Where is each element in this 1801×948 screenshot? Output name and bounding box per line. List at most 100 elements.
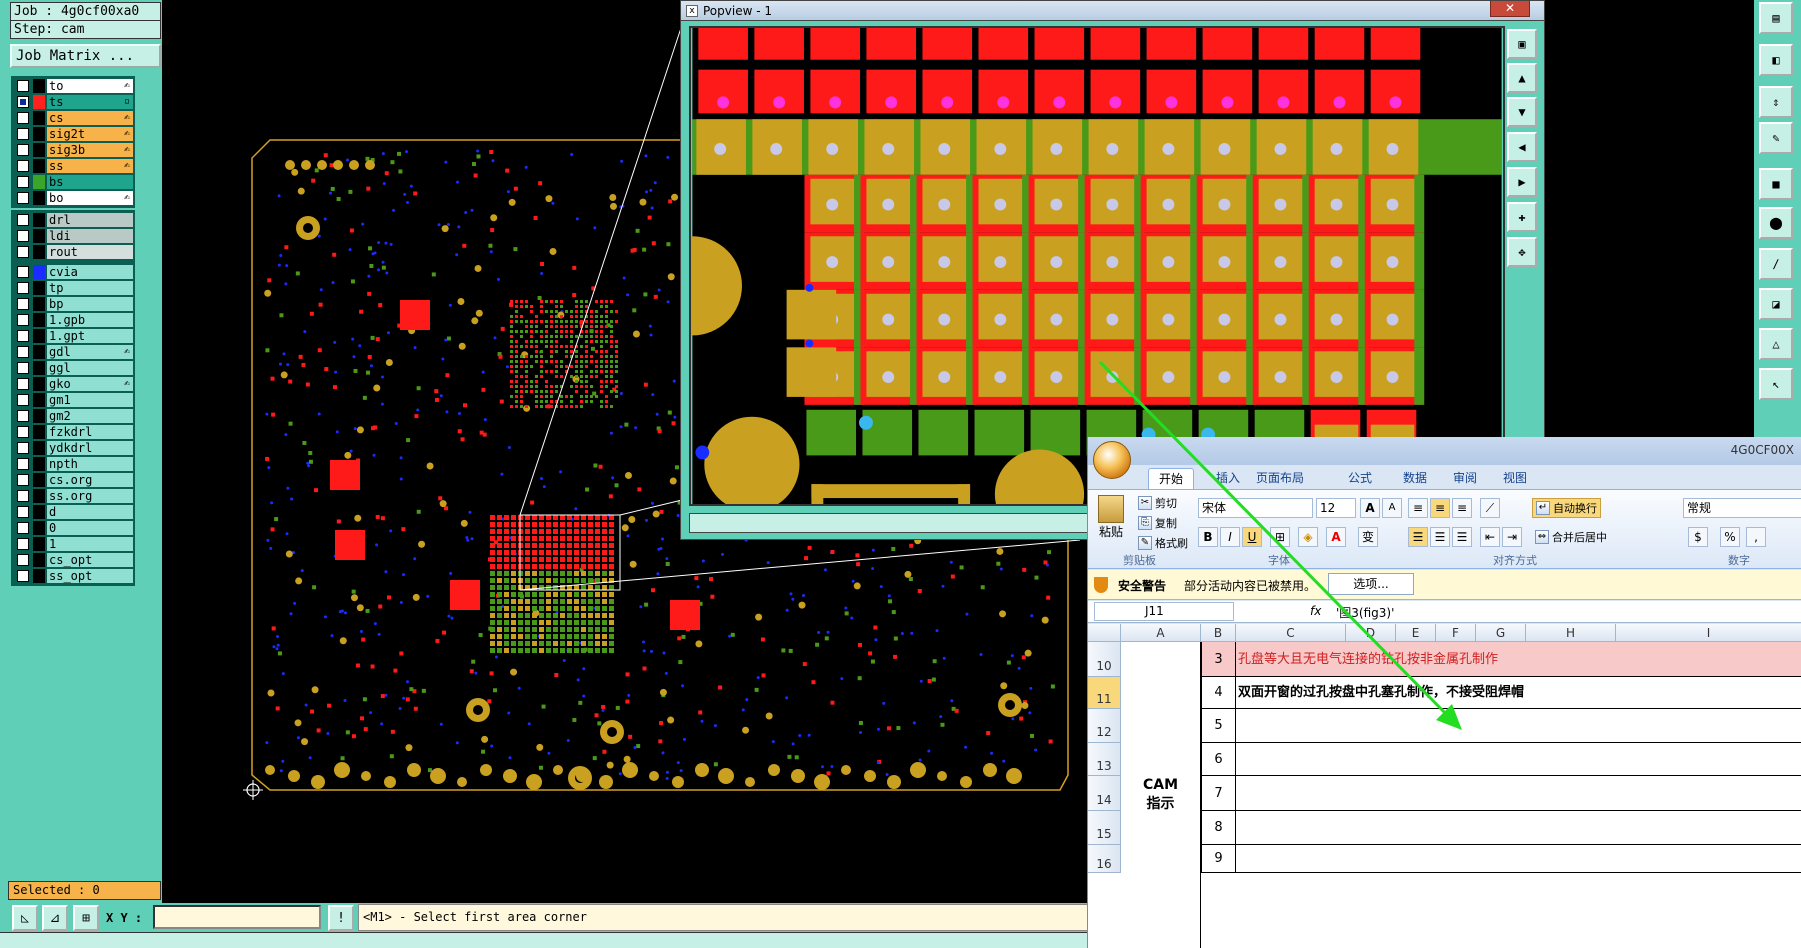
security-options-button[interactable]: 选项...	[1328, 573, 1414, 595]
layer-row-ldi[interactable]: ldi	[13, 228, 133, 244]
layer-row-ggl[interactable]: ggl	[13, 360, 133, 376]
layer-checkbox[interactable]	[17, 474, 29, 486]
merged-label-cell[interactable]: CAM 指示	[1121, 642, 1201, 948]
layer-checkbox[interactable]	[17, 490, 29, 502]
layer-checkbox[interactable]	[17, 458, 29, 470]
layer-row-to[interactable]: to ✍	[13, 78, 133, 94]
measure-mode-icon[interactable]: ⊿	[42, 905, 68, 931]
layer-name[interactable]: tp	[47, 281, 133, 295]
table-row[interactable]: 5	[1121, 709, 1801, 743]
layer-checkbox[interactable]	[17, 128, 29, 140]
cut-button[interactable]: ✂ 剪切	[1138, 495, 1177, 511]
layer-name[interactable]: cvia	[47, 265, 133, 279]
layer-row-bp[interactable]: bp	[13, 296, 133, 312]
merge-center-button[interactable]: ⇔ 合并后居中	[1532, 528, 1610, 546]
align-bottom-icon[interactable]: ≡	[1452, 498, 1472, 518]
layer-checkbox[interactable]	[17, 176, 29, 188]
layer-row-cvia[interactable]: cvia	[13, 264, 133, 280]
layer-name[interactable]: ydkdrl	[47, 441, 133, 455]
layer-checkbox[interactable]	[17, 570, 29, 582]
excel-titlebar[interactable]: 4G0CF00X	[1088, 437, 1801, 465]
name-box[interactable]: J11	[1094, 602, 1234, 621]
phonetic-button[interactable]: 变	[1358, 527, 1378, 547]
column-header-B[interactable]: B	[1201, 624, 1236, 642]
layer-row-gm2[interactable]: gm2	[13, 408, 133, 424]
zoom-fit-icon[interactable]: ▣	[1507, 29, 1537, 59]
layer-name[interactable]: d	[47, 505, 133, 519]
pan-right-icon[interactable]: ▶	[1507, 167, 1537, 197]
layer-row-rout[interactable]: rout	[13, 244, 133, 260]
bold-button[interactable]: B	[1198, 527, 1218, 547]
font-color-button[interactable]: A	[1326, 527, 1346, 547]
popview-titlebar[interactable]: x Popview - 1 ✕	[681, 1, 1544, 21]
zoom-out-icon[interactable]: ✥	[1507, 237, 1537, 267]
layer-checkbox[interactable]	[17, 362, 29, 374]
grow-font-button[interactable]: A	[1360, 498, 1380, 518]
tab-3[interactable]: 公式	[1338, 468, 1382, 489]
layer-checkbox[interactable]	[17, 442, 29, 454]
tab-1[interactable]: 插入	[1206, 468, 1250, 489]
layer-name[interactable]: ss ✍	[47, 159, 133, 173]
layer-checkbox[interactable]	[17, 538, 29, 550]
layer-name[interactable]: sig2t ✍	[47, 127, 133, 141]
column-header-F[interactable]: F	[1436, 624, 1476, 642]
table-row[interactable]: 9	[1121, 845, 1801, 873]
paste-button[interactable]: 粘贴	[1098, 495, 1124, 540]
measure-icon[interactable]: ✎	[1759, 122, 1793, 154]
item-number-cell[interactable]: 5	[1201, 709, 1236, 742]
layer-row-1[interactable]: 1	[13, 536, 133, 552]
layer-name[interactable]: ldi	[47, 229, 133, 243]
item-number-cell[interactable]: 4	[1201, 677, 1236, 708]
open-icon[interactable]: ▤	[1759, 2, 1793, 34]
popview-canvas[interactable]	[689, 26, 1505, 506]
line-tool-icon[interactable]: ∕	[1759, 248, 1793, 280]
layer-checkbox[interactable]	[17, 230, 29, 242]
align-center-icon[interactable]: ☰	[1430, 527, 1450, 547]
layer-name[interactable]: cs_opt	[47, 553, 133, 567]
underline-button[interactable]: U	[1242, 527, 1262, 547]
orientation-icon[interactable]: ⟋	[1480, 498, 1500, 518]
pad-tool-icon[interactable]: ◪	[1759, 288, 1793, 320]
row-header[interactable]: 12	[1088, 709, 1121, 743]
layer-row-1.gpt[interactable]: 1.gpt	[13, 328, 133, 344]
triangle-tool-icon[interactable]: △	[1759, 328, 1793, 360]
align-right-icon[interactable]: ☰	[1452, 527, 1472, 547]
layer-checkbox[interactable]	[17, 112, 29, 124]
layer-checkbox[interactable]	[17, 266, 29, 278]
layer-checkbox[interactable]	[17, 246, 29, 258]
layer-name[interactable]: bp	[47, 297, 133, 311]
layer-checkbox[interactable]	[17, 346, 29, 358]
layer-checkbox[interactable]	[17, 80, 29, 92]
item-number-cell[interactable]: 9	[1201, 845, 1236, 872]
layer-name[interactable]: ss_opt	[47, 569, 133, 583]
column-header-D[interactable]: D	[1346, 624, 1396, 642]
job-matrix-button[interactable]: Job Matrix ...	[10, 44, 161, 68]
layer-name[interactable]: ggl	[47, 361, 133, 375]
table-row[interactable]: 3 孔盘等大且无电气连接的钻孔按非金属孔制作	[1121, 642, 1801, 677]
layer-row-ss.org[interactable]: ss.org	[13, 488, 133, 504]
pan-down-icon[interactable]: ▼	[1507, 97, 1537, 127]
resize-icon[interactable]: ⇕	[1759, 86, 1793, 118]
layer-row-sig2t[interactable]: sig2t ✍	[13, 126, 133, 142]
layer-name[interactable]: 1.gpt	[47, 329, 133, 343]
layer-name[interactable]: gdl ✍	[47, 345, 133, 359]
frame-icon[interactable]: ◧	[1759, 44, 1793, 76]
fx-icon[interactable]: fx	[1310, 604, 1321, 618]
xy-input[interactable]	[153, 905, 321, 929]
layer-name[interactable]: drl	[47, 213, 133, 227]
instruction-cell[interactable]: 孔盘等大且无电气连接的钻孔按非金属孔制作	[1238, 642, 1498, 676]
tab-2[interactable]: 页面布局	[1246, 468, 1314, 489]
layer-row-gko[interactable]: gko ✍	[13, 376, 133, 392]
layer-row-ss[interactable]: ss ✍	[13, 158, 133, 174]
layer-name[interactable]: bo ✍	[47, 191, 133, 205]
formula-input[interactable]: '图3(fig3)'	[1336, 604, 1394, 621]
layer-name[interactable]: gm1	[47, 393, 133, 407]
layer-row-bo[interactable]: bo ✍	[13, 190, 133, 206]
layer-name[interactable]: to ✍	[47, 79, 133, 93]
layer-name[interactable]: ts ▫	[47, 95, 133, 109]
layer-checkbox[interactable]	[17, 314, 29, 326]
italic-button[interactable]: I	[1220, 527, 1240, 547]
row-header[interactable]: 15	[1088, 811, 1121, 845]
layer-name[interactable]: bs	[47, 175, 133, 189]
copy-button[interactable]: ⎘ 复制	[1138, 515, 1177, 531]
